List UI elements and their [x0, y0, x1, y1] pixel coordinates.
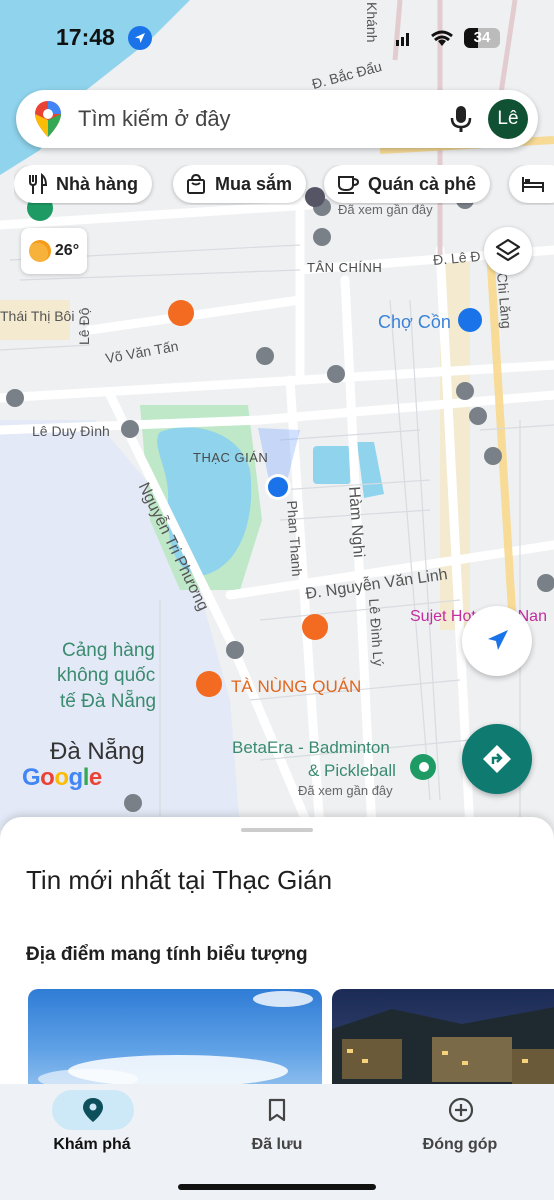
- fork-knife-icon: [29, 173, 48, 194]
- chip-cafes[interactable]: Quán cà phê: [324, 165, 491, 203]
- microphone-icon[interactable]: [446, 104, 476, 134]
- clock: 17:48: [56, 24, 115, 50]
- poi-label-badminton[interactable]: & Pickleball: [308, 761, 396, 781]
- landmark-card[interactable]: [28, 989, 322, 1099]
- avatar[interactable]: Lê: [488, 99, 528, 139]
- street-label: Lê Duy Đình: [32, 423, 110, 439]
- google-logo: Google: [22, 764, 102, 791]
- directions-button[interactable]: [462, 724, 532, 794]
- street-label: Thái Thị Bôi: [0, 308, 75, 324]
- weather-badge[interactable]: 26°: [21, 228, 87, 274]
- street-label: Lê Độ: [76, 307, 92, 345]
- shopping-bag-icon: [187, 173, 205, 194]
- chip-shopping[interactable]: Mua sắm: [173, 165, 307, 203]
- district-label: THẠC GIÁN: [193, 450, 269, 465]
- status-bar: 17:48 34: [0, 20, 554, 56]
- navigation-arrow-icon: [488, 630, 508, 650]
- poi-label-airport[interactable]: không quốc: [57, 665, 155, 687]
- poi-label-restaurant[interactable]: TÀ NÙNG QUÁN: [231, 677, 361, 697]
- tab-explore[interactable]: Khám phá: [12, 1084, 172, 1184]
- section-heading: Địa điểm mang tính biểu tượng: [26, 944, 308, 965]
- category-chips: Nhà hàng Mua sắm Quán cà phê: [14, 165, 554, 205]
- plus-circle-icon: [448, 1097, 474, 1123]
- poi-label-badminton[interactable]: BetaEra - Badminton: [232, 738, 390, 758]
- location-arrow-icon: [128, 26, 152, 50]
- pin-icon: [83, 1098, 103, 1122]
- resort-photo: [332, 1007, 554, 1099]
- battery-percent: 34: [473, 29, 491, 46]
- directions-icon: [483, 745, 511, 773]
- bottom-navigation: Khám phá Đã lưu Đóng góp: [0, 1084, 554, 1200]
- sheet-title: Tin mới nhất tại Thạc Gián: [26, 865, 333, 895]
- tab-label: Khám phá: [53, 1136, 131, 1153]
- recently-viewed-label: Đã xem gần đây: [298, 783, 393, 798]
- home-indicator: [178, 1184, 376, 1190]
- district-label: TÂN CHÍNH: [307, 260, 383, 275]
- maps-pin-icon: [35, 101, 61, 137]
- bed-icon: [522, 177, 544, 192]
- tab-contribute[interactable]: Đóng góp: [380, 1084, 540, 1184]
- temperature: 26°: [54, 242, 80, 259]
- coffee-cup-icon: [338, 176, 360, 194]
- my-location-button[interactable]: [462, 606, 532, 676]
- partly-sunny-icon: [28, 240, 51, 262]
- poi-label-airport[interactable]: tế Đà Nẵng: [60, 691, 156, 713]
- tab-label: Đóng góp: [422, 1136, 498, 1153]
- tab-label: Đã lưu: [251, 1136, 303, 1153]
- signal-icon: [396, 33, 409, 46]
- layers-icon: [495, 238, 521, 262]
- landmark-card[interactable]: [332, 989, 554, 1099]
- battery-icon: 34: [464, 28, 500, 48]
- poi-label-airport[interactable]: Cảng hàng: [62, 640, 155, 662]
- chip-restaurants[interactable]: Nhà hàng: [14, 165, 153, 203]
- chip-label: Nhà hàng: [56, 173, 139, 194]
- search-input[interactable]: Tìm kiếm ở đây: [78, 106, 231, 132]
- city-label: Đà Nẵng: [50, 738, 145, 765]
- poi-label-market[interactable]: Chợ Cồn: [378, 312, 451, 333]
- layers-button[interactable]: [484, 227, 532, 275]
- sheet-drag-handle[interactable]: [241, 828, 313, 832]
- chip-hotels[interactable]: [509, 165, 554, 203]
- tab-saved[interactable]: Đã lưu: [197, 1084, 357, 1184]
- chip-label: Quán cà phê: [368, 173, 477, 194]
- search-bar[interactable]: Tìm kiếm ở đây Lê: [16, 90, 538, 148]
- bookmark-icon: [268, 1098, 286, 1122]
- chip-label: Mua sắm: [215, 173, 293, 194]
- wifi-icon: [431, 30, 453, 46]
- sky-photo: [38, 991, 313, 1089]
